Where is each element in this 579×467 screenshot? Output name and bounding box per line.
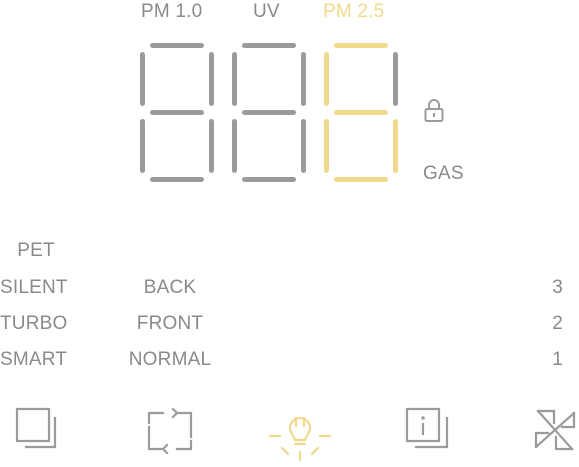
segment-top-left	[140, 52, 145, 106]
segment-top	[242, 43, 296, 48]
segment-bottom-left	[140, 119, 145, 173]
segment-bottom	[150, 177, 204, 182]
light-icon[interactable]	[268, 402, 332, 467]
segment-top-left	[232, 52, 237, 106]
mode-turbo[interactable]: TURBO	[0, 313, 68, 335]
digit-1	[140, 43, 214, 182]
speed-1[interactable]: 1	[552, 349, 563, 371]
segment-top	[334, 43, 388, 48]
segment-top-right	[393, 52, 398, 106]
segment-middle	[150, 110, 204, 115]
segment-top-left	[324, 52, 329, 106]
mode-silent[interactable]: SILENT	[0, 277, 68, 299]
segment-top-right	[301, 52, 306, 106]
segment-bottom-left	[324, 119, 329, 173]
segment-bottom	[242, 177, 296, 182]
pm25-label: PM 2.5	[323, 1, 385, 22]
pm10-label: PM 1.0	[141, 1, 203, 22]
mode-back[interactable]: BACK	[110, 277, 230, 299]
seven-segment-display	[140, 43, 398, 182]
segment-middle	[242, 110, 296, 115]
segment-top-right	[209, 52, 214, 106]
segment-bottom-right	[393, 119, 398, 173]
segment-bottom	[334, 177, 388, 182]
info-icon[interactable]	[404, 405, 456, 460]
mode-pet[interactable]: PET	[6, 240, 66, 262]
digit-3	[324, 43, 398, 182]
segment-bottom-left	[232, 119, 237, 173]
fan-icon[interactable]	[532, 405, 579, 460]
lock-icon	[424, 99, 444, 122]
filter-icon[interactable]	[14, 405, 64, 460]
uv-label: UV	[253, 1, 280, 22]
rotate-icon[interactable]	[143, 403, 197, 462]
segment-middle	[334, 110, 388, 115]
mode-smart[interactable]: SMART	[0, 349, 67, 371]
segment-top	[150, 43, 204, 48]
speed-2[interactable]: 2	[552, 313, 563, 335]
segment-bottom-right	[301, 119, 306, 173]
mode-front[interactable]: FRONT	[110, 313, 230, 335]
gas-label: GAS	[423, 163, 464, 184]
speed-3[interactable]: 3	[552, 277, 563, 299]
mode-normal[interactable]: NORMAL	[110, 349, 230, 371]
digit-2	[232, 43, 306, 182]
segment-bottom-right	[209, 119, 214, 173]
